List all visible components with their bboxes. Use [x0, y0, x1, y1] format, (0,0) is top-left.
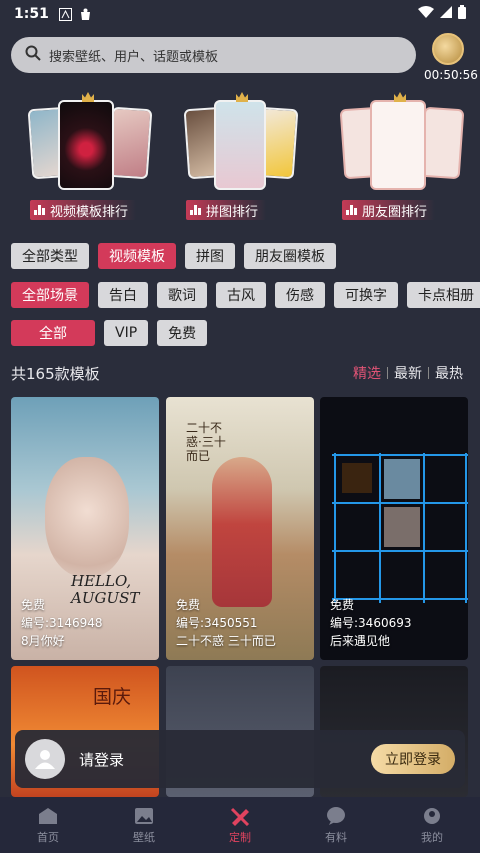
login-button[interactable]: 立即登录 [371, 744, 455, 774]
chip-type-video[interactable]: 视频模板 [98, 243, 176, 269]
nav-label: 定制 [229, 830, 251, 844]
search-input[interactable]: 搜索壁纸、用户、话题或模板 [11, 37, 416, 73]
ranking-bars-icon [190, 205, 202, 215]
tile-name: 后来遇见他 [330, 634, 391, 648]
ranking-label: 视频模板排行 [30, 200, 137, 220]
chip-scene-beat-album[interactable]: 卡点相册 [407, 282, 480, 308]
template-tile[interactable]: 二十不惑·三十而已 免费 编号:3450551 二十不惑 三十而已 [166, 397, 314, 660]
chip-type-moments[interactable]: 朋友圈模板 [244, 243, 336, 269]
ranking-bars-icon [34, 205, 46, 215]
chip-scene-editable-text[interactable]: 可换字 [334, 282, 398, 308]
login-prompt[interactable]: 请登录 [79, 749, 124, 770]
custom-icon [230, 807, 250, 826]
battery-icon [458, 5, 466, 23]
bottom-nav: 首页 壁纸 定制 有料 我的 [0, 797, 480, 853]
nav-profile[interactable]: 我的 [384, 797, 480, 853]
user-icon [35, 750, 55, 769]
chip-price-all[interactable]: 全部 [11, 320, 95, 346]
tile-info: 免费 编号:3450551 二十不惑 三十而已 [176, 596, 276, 650]
tile-info: 免费 编号:3146948 8月你好 [21, 596, 103, 650]
chat-icon [327, 806, 345, 825]
home-icon [39, 807, 57, 824]
countdown-timer: 00:50:56 [424, 68, 478, 82]
tile-id: 编号:3146948 [21, 616, 103, 630]
chip-scene-ancient[interactable]: 古风 [216, 282, 266, 308]
sort-tabs: 精选 最新 最热 [347, 363, 469, 383]
ranking-label-text: 视频模板排行 [50, 204, 129, 220]
login-banner: 请登录 立即登录 [15, 730, 465, 788]
tile-name: 8月你好 [21, 634, 65, 648]
chip-scene-sad[interactable]: 伤感 [275, 282, 325, 308]
countdown-badge[interactable]: 00:50:56 [424, 33, 478, 82]
tile-info: 免费 编号:3460693 后来遇见他 [330, 596, 412, 650]
signal-icon [440, 6, 452, 22]
chip-price-free[interactable]: 免费 [157, 320, 208, 346]
search-placeholder: 搜索壁纸、用户、话题或模板 [49, 49, 219, 65]
nav-label: 我的 [421, 830, 443, 844]
ranking-collage[interactable]: 拼图排行 [183, 90, 316, 220]
tile-figure [212, 457, 272, 607]
tile-text-hello: HELLO, [71, 572, 132, 590]
tile-price: 免费 [21, 598, 46, 612]
sort-featured[interactable]: 精选 [347, 363, 387, 383]
ranking-label-text: 拼图排行 [206, 204, 259, 220]
status-time: 1:51 [14, 6, 49, 22]
chip-price-vip[interactable]: VIP [104, 320, 149, 346]
tile-id: 编号:3460693 [330, 616, 412, 630]
nav-custom[interactable]: 定制 [192, 797, 288, 853]
search-icon [25, 45, 41, 65]
nav-label: 首页 [37, 830, 59, 844]
nav-label: 有料 [325, 830, 347, 844]
price-filter-row: 全部 VIP 免费 [11, 320, 208, 346]
ranking-label-text: 朋友圈排行 [362, 204, 428, 220]
chip-scene-lyrics[interactable]: 歌词 [157, 282, 207, 308]
chip-type-all[interactable]: 全部类型 [11, 243, 89, 269]
nav-home[interactable]: 首页 [0, 797, 96, 853]
gift-badge-icon [432, 33, 464, 65]
results-header: 共165款模板 精选 最新 最热 [11, 362, 469, 384]
tile-overlay-guoqing: 国庆 [93, 686, 132, 708]
ranking-video-templates[interactable]: 视频模板排行 [27, 90, 160, 220]
notification-a-icon [59, 7, 73, 21]
ranking-moments[interactable]: 朋友圈排行 [339, 90, 472, 220]
avatar[interactable] [25, 739, 65, 779]
ranking-label: 拼图排行 [186, 200, 267, 220]
ranking-label: 朋友圈排行 [342, 200, 436, 220]
tile-name: 二十不惑 三十而已 [176, 634, 276, 648]
tile-neon-grid [332, 453, 468, 603]
nav-label: 壁纸 [133, 830, 155, 844]
sort-newest[interactable]: 最新 [388, 363, 428, 383]
ranking-thumbnails [27, 90, 160, 190]
tile-price: 免费 [330, 598, 355, 612]
chip-scene-confession[interactable]: 告白 [98, 282, 148, 308]
profile-icon [424, 807, 440, 824]
nav-wallpaper[interactable]: 壁纸 [96, 797, 192, 853]
wifi-icon [418, 6, 434, 22]
notification-cup-icon [79, 7, 93, 21]
chip-type-collage[interactable]: 拼图 [185, 243, 235, 269]
template-tile[interactable]: 免费 编号:3460693 后来遇见他 [320, 397, 468, 660]
ranking-bars-icon [346, 205, 358, 215]
ranking-thumbnails [183, 90, 316, 190]
ranking-thumbnails [339, 90, 472, 190]
template-count: 共165款模板 [11, 364, 100, 383]
nav-discover[interactable]: 有料 [288, 797, 384, 853]
tile-id: 编号:3450551 [176, 616, 258, 630]
template-tile[interactable]: HELLO, AUGUST 免费 编号:3146948 8月你好 [11, 397, 159, 660]
scene-filter-row: 全部场景 告白 歌词 古风 伤感 可换字 卡点相册 [11, 282, 480, 308]
sort-hottest[interactable]: 最热 [429, 363, 469, 383]
tile-price: 免费 [176, 598, 201, 612]
status-bar: 1:51 [0, 0, 480, 28]
chip-scene-all[interactable]: 全部场景 [11, 282, 89, 308]
type-filter-row: 全部类型 视频模板 拼图 朋友圈模板 [11, 243, 336, 269]
wallpaper-icon [135, 807, 153, 824]
tile-portrait [45, 457, 129, 577]
